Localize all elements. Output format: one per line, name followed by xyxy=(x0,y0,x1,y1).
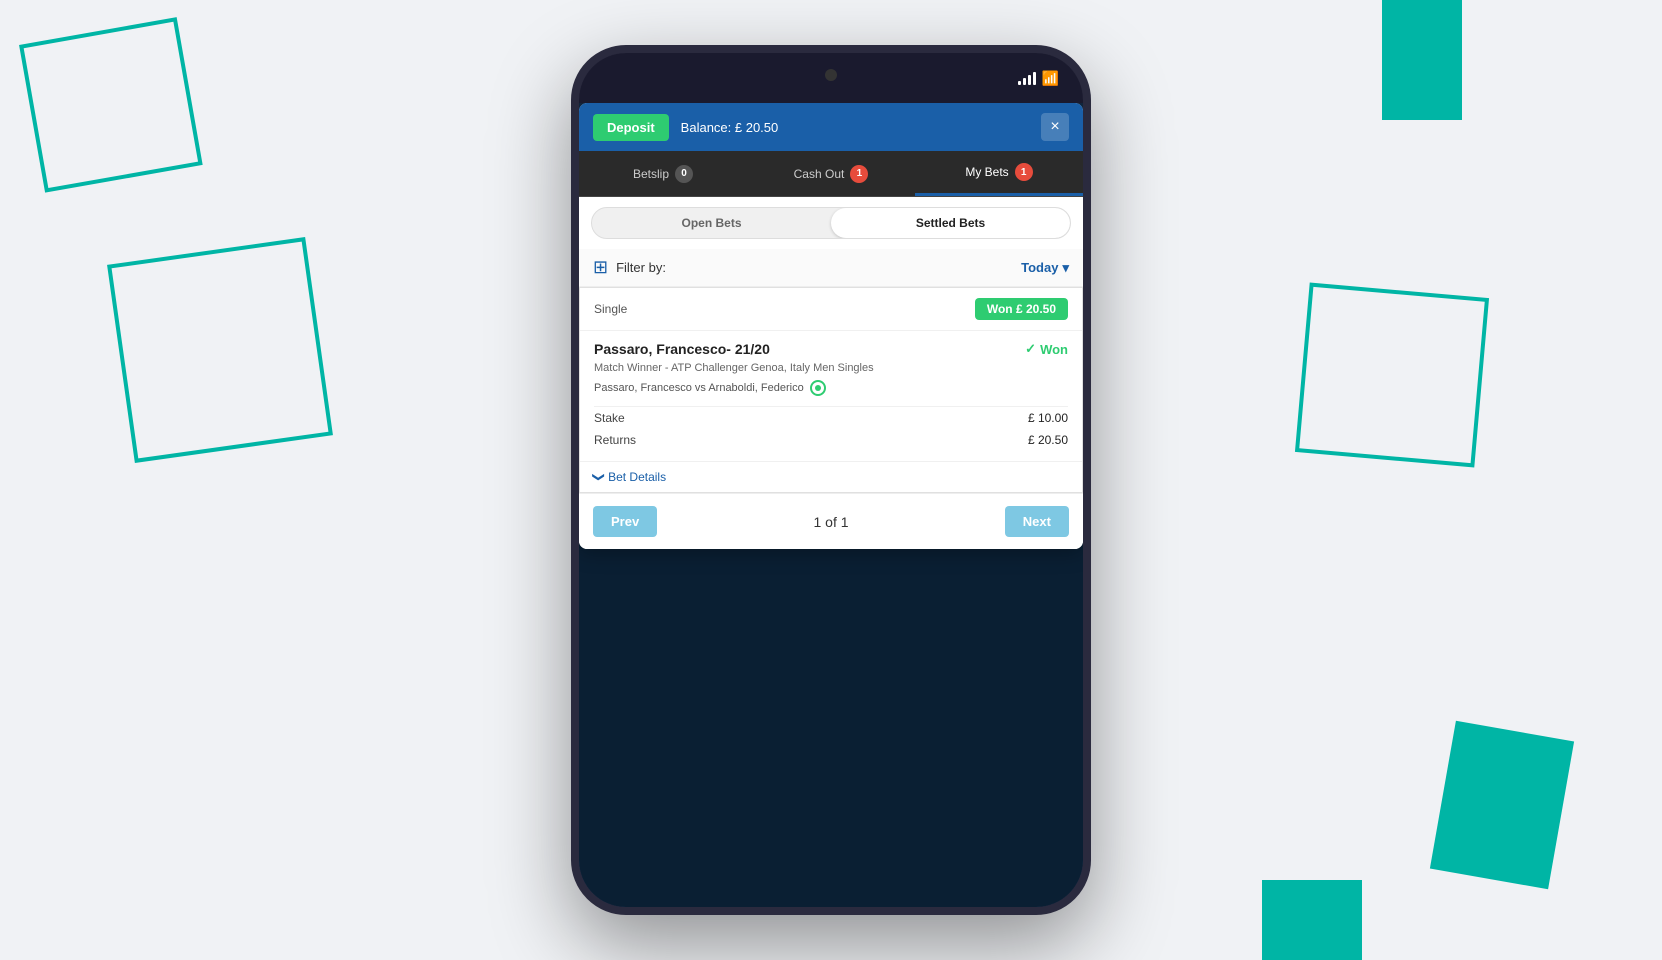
prev-page-button[interactable]: Prev xyxy=(593,506,657,537)
bet-details-chevron-icon: ❯ xyxy=(592,472,606,482)
filter-icon: ⊞ xyxy=(593,257,608,278)
signal-bars-icon xyxy=(1018,71,1036,85)
next-page-button[interactable]: Next xyxy=(1005,506,1069,537)
filter-left: ⊞ Filter by: xyxy=(593,257,666,278)
signal-bar-2 xyxy=(1023,78,1026,85)
balance-display: Balance: £ 20.50 xyxy=(681,120,1029,135)
settled-bets-toggle[interactable]: Settled Bets xyxy=(831,208,1070,238)
match-vs: Passaro, Francesco vs Arnaboldi, Federic… xyxy=(594,380,1068,396)
pagination-row: Prev 1 of 1 Next xyxy=(579,493,1083,549)
stake-value: £ 10.00 xyxy=(1028,411,1068,425)
tab-mybets-label: My Bets xyxy=(965,165,1008,179)
phone-screen: Sports BETI ⏱ In-Play SAFER GAMBLI... HA… xyxy=(579,103,1083,907)
open-bets-toggle[interactable]: Open Bets xyxy=(592,208,831,238)
checkmark-icon: ✓ xyxy=(1025,341,1036,357)
tab-betslip-badge: 0 xyxy=(675,165,693,183)
market-info: Match Winner - ATP Challenger Genoa, Ita… xyxy=(594,361,1068,376)
live-icon xyxy=(810,380,826,396)
signal-bar-3 xyxy=(1028,75,1031,85)
bets-type-toggle: Open Bets Settled Bets xyxy=(591,207,1071,239)
bet-selection-row: Passaro, Francesco- 21/20 ✓ Won xyxy=(594,341,1068,357)
betslip-modal: Deposit Balance: £ 20.50 × Betslip 0 Ca xyxy=(579,103,1083,549)
tab-betslip-label: Betslip xyxy=(633,167,669,181)
won-status: ✓ Won xyxy=(1025,341,1068,357)
phone-wrapper: 📶 Sports BETI ⏱ In-Play SAFER GAMBLI... xyxy=(571,45,1091,915)
bg-shape-mr xyxy=(1295,282,1489,467)
deposit-button[interactable]: Deposit xyxy=(593,114,669,141)
page-info-text: 1 of 1 xyxy=(813,514,848,530)
modal-overlay: Deposit Balance: £ 20.50 × Betslip 0 Ca xyxy=(579,103,1083,907)
modal-header: Deposit Balance: £ 20.50 × xyxy=(579,103,1083,151)
phone-frame: 📶 Sports BETI ⏱ In-Play SAFER GAMBLI... xyxy=(571,45,1091,915)
today-filter-button[interactable]: Today ▾ xyxy=(1021,260,1069,276)
bg-shape-tl xyxy=(0,0,236,218)
tabs-row: Betslip 0 Cash Out 1 My Bets 1 xyxy=(579,151,1083,197)
bg-shape-tr xyxy=(1382,0,1462,120)
today-filter-value: Today xyxy=(1021,260,1058,275)
filter-row: ⊞ Filter by: Today ▾ xyxy=(579,249,1083,287)
bet-card: Single Won £ 20.50 Passaro, Francesco- 2… xyxy=(579,287,1083,493)
signal-bar-1 xyxy=(1018,81,1021,85)
stake-row: Stake £ 10.00 xyxy=(594,406,1068,429)
won-label: Won xyxy=(1040,342,1068,357)
tab-cashout[interactable]: Cash Out 1 xyxy=(747,151,915,196)
stake-label: Stake xyxy=(594,411,625,425)
bg-shape-tl-inner xyxy=(19,17,203,193)
filter-label: Filter by: xyxy=(616,260,666,275)
signal-bar-4 xyxy=(1033,72,1036,85)
wifi-icon: 📶 xyxy=(1042,70,1059,87)
returns-value: £ 20.50 xyxy=(1028,433,1068,447)
app-background: Sports BETI ⏱ In-Play SAFER GAMBLI... HA… xyxy=(579,103,1083,907)
phone-status-bar: 📶 xyxy=(579,53,1083,103)
tab-mybets[interactable]: My Bets 1 xyxy=(915,151,1083,196)
bg-shape-br xyxy=(1430,721,1574,890)
live-dot xyxy=(815,385,821,391)
signal-icons: 📶 xyxy=(1018,70,1059,87)
match-vs-text: Passaro, Francesco vs Arnaboldi, Federic… xyxy=(594,382,804,394)
bet-details-body: Passaro, Francesco- 21/20 ✓ Won Match Wi… xyxy=(580,331,1082,461)
tab-cashout-badge: 1 xyxy=(850,165,868,183)
bet-card-header: Single Won £ 20.50 xyxy=(580,288,1082,331)
bet-type-label: Single xyxy=(594,302,627,316)
bet-details-link-label: Bet Details xyxy=(608,470,666,484)
returns-label: Returns xyxy=(594,433,636,447)
filter-chevron-icon: ▾ xyxy=(1062,260,1069,276)
returns-row: Returns £ 20.50 xyxy=(594,429,1068,451)
close-modal-button[interactable]: × xyxy=(1041,113,1069,141)
won-badge: Won £ 20.50 xyxy=(975,298,1068,320)
bg-shape-bc xyxy=(1262,880,1362,960)
bg-shape-ml xyxy=(107,237,333,463)
camera-notch xyxy=(825,69,837,81)
selection-name: Passaro, Francesco- 21/20 xyxy=(594,341,770,357)
tab-mybets-badge: 1 xyxy=(1015,163,1033,181)
tab-betslip[interactable]: Betslip 0 xyxy=(579,151,747,196)
tab-cashout-label: Cash Out xyxy=(794,167,845,181)
bet-details-link[interactable]: ❯ Bet Details xyxy=(580,461,1082,492)
